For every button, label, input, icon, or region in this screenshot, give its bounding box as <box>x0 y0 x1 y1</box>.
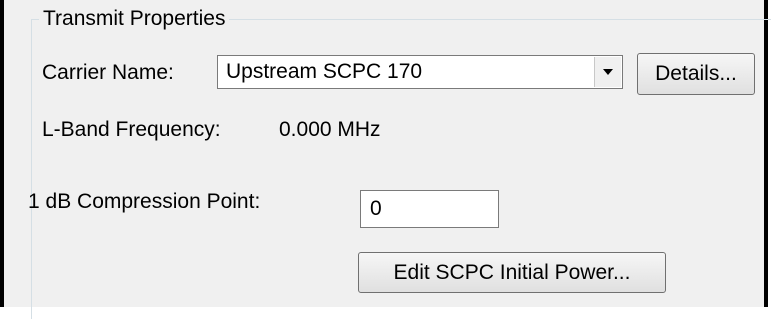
l-band-frequency-label: L-Band Frequency: <box>42 118 221 141</box>
carrier-name-selected-value: Upstream SCPC 170 <box>226 60 423 83</box>
dropdown-arrow-button[interactable] <box>594 57 621 87</box>
edit-scpc-initial-power-label: Edit SCPC Initial Power... <box>393 260 631 284</box>
compression-point-input[interactable]: 0 <box>360 190 499 228</box>
details-button-label: Details... <box>655 62 737 85</box>
compression-point-value: 0 <box>370 197 382 220</box>
l-band-frequency-value: 0.000 MHz <box>279 118 381 141</box>
transmit-properties-panel: Transmit Properties Carrier Name: Upstre… <box>0 0 771 319</box>
edit-scpc-initial-power-button[interactable]: Edit SCPC Initial Power... <box>358 252 666 293</box>
group-title: Transmit Properties <box>39 6 230 32</box>
carrier-name-dropdown[interactable]: Upstream SCPC 170 <box>217 55 623 89</box>
compression-point-label: 1 dB Compression Point: <box>28 190 261 213</box>
chevron-down-icon <box>603 69 613 75</box>
carrier-name-label: Carrier Name: <box>42 61 174 84</box>
details-button[interactable]: Details... <box>637 53 755 95</box>
